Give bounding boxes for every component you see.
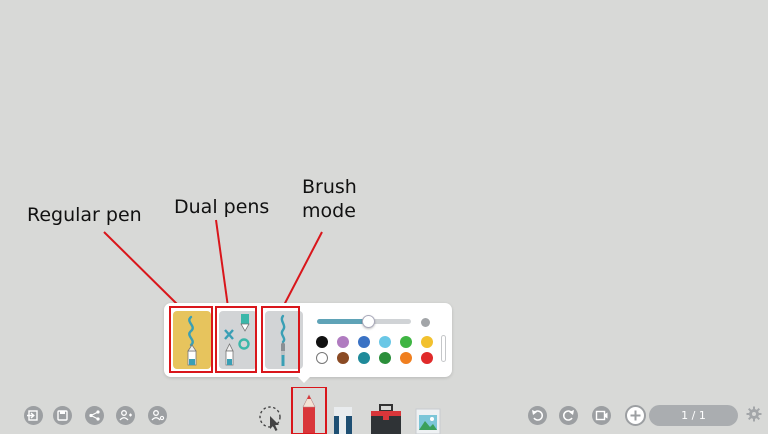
pen-tool-icon (291, 387, 327, 434)
highlight-brush-mode (261, 306, 300, 373)
image-button[interactable] (414, 407, 442, 434)
redo-icon (562, 410, 574, 421)
thickness-preview-dot (421, 318, 430, 327)
annotation-regular-pen: Regular pen (27, 204, 142, 226)
color-swatch[interactable] (337, 352, 349, 364)
pen-tool-button[interactable] (291, 387, 327, 434)
color-swatch[interactable] (421, 352, 433, 364)
color-swatch[interactable] (379, 352, 391, 364)
color-swatch[interactable] (421, 336, 433, 348)
present-button[interactable] (592, 406, 611, 425)
exit-icon (27, 410, 38, 421)
exit-button[interactable] (24, 406, 43, 425)
color-swatch[interactable] (400, 336, 412, 348)
highlight-dual-pens (215, 306, 257, 373)
color-swatch[interactable] (316, 352, 328, 364)
page-indicator[interactable]: 1 / 1 (649, 405, 738, 426)
undo-icon (532, 410, 544, 421)
add-user-button[interactable] (116, 406, 135, 425)
popup-pointer (297, 376, 311, 383)
toolbox-icon (371, 404, 401, 434)
add-page-button[interactable] (625, 405, 646, 426)
color-swatch[interactable] (400, 352, 412, 364)
user-settings-icon (151, 410, 165, 421)
annotation-brush-mode: Brush mode (302, 176, 357, 222)
lasso-select-icon (259, 406, 281, 431)
save-button[interactable] (53, 406, 72, 425)
color-swatch[interactable] (337, 336, 349, 348)
color-swatch[interactable] (358, 336, 370, 348)
settings-gear-icon (746, 406, 762, 422)
color-swatch[interactable] (358, 352, 370, 364)
settings-button[interactable] (746, 406, 762, 426)
annotation-dual-pens: Dual pens (174, 196, 270, 218)
present-icon (595, 410, 608, 421)
share-icon (89, 410, 100, 421)
color-swatch[interactable] (316, 336, 328, 348)
lasso-select-button[interactable] (257, 404, 285, 432)
undo-button[interactable] (528, 406, 547, 425)
add-page-icon (630, 410, 641, 421)
redo-button[interactable] (559, 406, 578, 425)
share-button[interactable] (85, 406, 104, 425)
color-swatch[interactable] (379, 336, 391, 348)
palette-scrollbar[interactable] (441, 335, 446, 362)
eraser-icon (334, 407, 352, 434)
eraser-button[interactable] (331, 404, 355, 434)
add-user-icon (119, 410, 132, 421)
save-icon (57, 410, 68, 421)
highlight-regular-pen (169, 306, 213, 373)
toolbox-button[interactable] (369, 403, 403, 434)
image-icon (415, 408, 441, 434)
user-settings-button[interactable] (148, 406, 167, 425)
